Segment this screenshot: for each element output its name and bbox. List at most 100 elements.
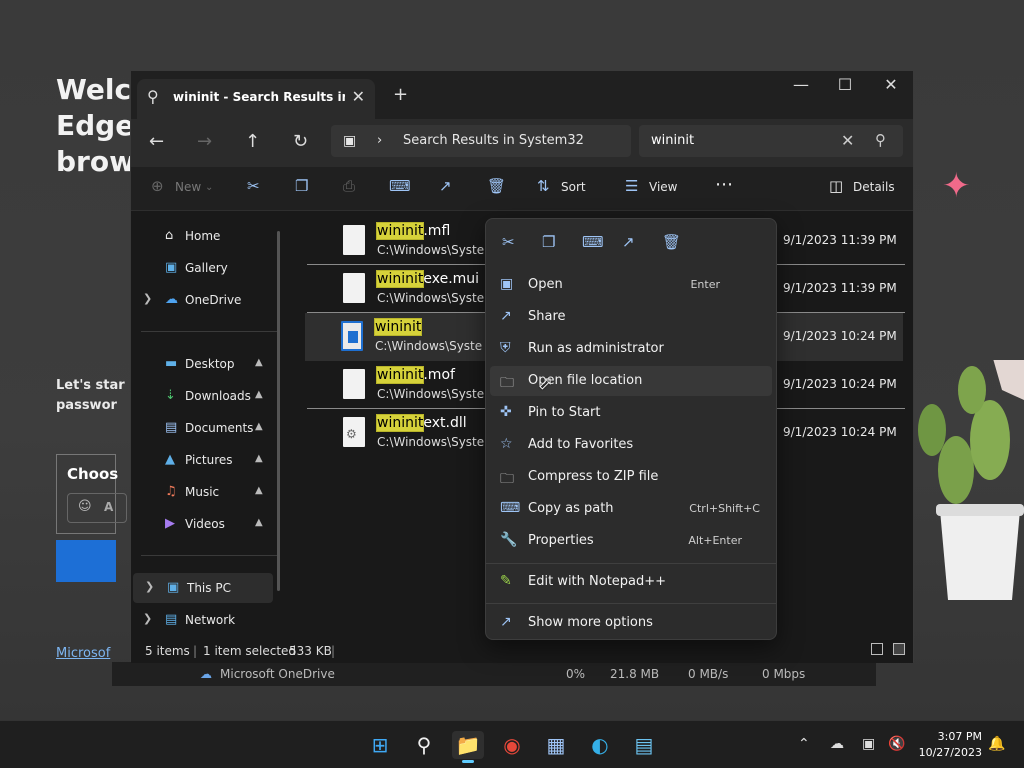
- menu-item-add-to-favorites[interactable]: ☆ Add to Favorites: [490, 430, 772, 460]
- system-clock[interactable]: 3:07 PM 10/27/2023: [908, 729, 982, 761]
- tab-title: wininit - Search Results in Syst: [173, 90, 345, 104]
- details-pane-icon[interactable]: ◫: [829, 177, 843, 195]
- sidebar-item-documents[interactable]: ▤ Documents ▲: [131, 413, 271, 443]
- forward-icon[interactable]: →: [197, 131, 212, 152]
- menu-item-compress-zip[interactable]: 🗀 Compress to ZIP file: [490, 462, 772, 492]
- edge-primary-button[interactable]: [56, 540, 116, 582]
- sidebar-item-videos[interactable]: ▶ Videos ▲: [131, 509, 271, 539]
- edge-account-input[interactable]: ☺ A: [67, 493, 127, 523]
- plus-circle-icon[interactable]: ⊕: [151, 177, 164, 195]
- menu-item-edit-notepadpp[interactable]: ✎ Edit with Notepad++: [490, 567, 772, 597]
- task-manager-icon[interactable]: ▤: [628, 731, 660, 759]
- windows-start-icon[interactable]: ⊞: [364, 731, 396, 759]
- chevron-right-icon[interactable]: ❯: [143, 292, 152, 305]
- sidebar-item-label: Music: [185, 485, 220, 499]
- sidebar-item-network[interactable]: ❯ ▤ Network: [131, 605, 271, 635]
- file-name: wininit: [373, 318, 423, 336]
- delete-icon[interactable]: 🗑: [487, 177, 506, 195]
- pictures-icon: ▲: [165, 452, 175, 467]
- search-icon[interactable]: ⚲: [408, 731, 440, 759]
- new-tab-icon[interactable]: +: [393, 84, 408, 105]
- back-icon[interactable]: ←: [149, 131, 164, 152]
- display-icon[interactable]: ▣: [862, 736, 875, 752]
- edge-microsoft-link[interactable]: Microsof: [56, 646, 110, 661]
- share-icon[interactable]: ↗: [439, 177, 452, 195]
- menu-item-run-as-admin[interactable]: ⛨ Run as administrator: [490, 334, 772, 364]
- sparkle-icon: ✦: [942, 166, 971, 206]
- chevron-right-icon[interactable]: ❯: [145, 580, 154, 593]
- navigation-scrollbar[interactable]: [277, 231, 280, 591]
- cut-icon[interactable]: ✂: [247, 177, 260, 195]
- sidebar-item-label: Home: [185, 229, 221, 243]
- chevron-right-icon[interactable]: ❯: [143, 612, 152, 625]
- maximize-icon[interactable]: ☐: [825, 75, 865, 94]
- menu-item-shortcut: Alt+Enter: [688, 534, 742, 547]
- sidebar-item-home[interactable]: ⌂ Home: [131, 221, 271, 251]
- menu-item-open[interactable]: ▣ Open Enter: [490, 270, 772, 300]
- copy-icon[interactable]: ❐: [295, 177, 308, 195]
- chevron-up-icon[interactable]: ⌃: [798, 736, 810, 752]
- menu-item-show-more-options[interactable]: ↗ Show more options: [490, 608, 772, 638]
- menu-item-share[interactable]: ↗ Share: [490, 302, 772, 332]
- tab-search-results[interactable]: ⚲ wininit - Search Results in Syst ✕: [137, 79, 375, 119]
- cut-icon[interactable]: ✂: [502, 233, 515, 251]
- sidebar-item-pictures[interactable]: ▲ Pictures ▲: [131, 445, 271, 475]
- sidebar-item-downloads[interactable]: ⇣ Downloads ▲: [131, 381, 271, 411]
- cloud-icon: ☁: [165, 292, 178, 307]
- clear-search-icon[interactable]: ✕: [841, 131, 854, 150]
- virtualbox-icon[interactable]: ▦: [540, 731, 572, 759]
- new-button[interactable]: New: [175, 180, 201, 194]
- address-bar-row: ← → ↑ ↻ ▣ › Search Results in System32 w…: [131, 119, 913, 167]
- file-icon: [343, 273, 365, 303]
- tiles-view-icon[interactable]: [893, 643, 905, 655]
- menu-item-pin-to-start[interactable]: ✜ Pin to Start: [490, 398, 772, 428]
- menu-item-properties[interactable]: 🔧 Properties Alt+Enter: [490, 526, 772, 556]
- sort-button[interactable]: Sort: [561, 180, 586, 194]
- more-options-icon[interactable]: ⋯: [715, 174, 733, 195]
- up-icon[interactable]: ↑: [245, 131, 260, 152]
- details-button[interactable]: Details: [853, 180, 895, 194]
- pc-icon: ▣: [167, 580, 180, 595]
- file-explorer-icon[interactable]: 📁: [452, 731, 484, 763]
- breadcrumb-location: Search Results in System32: [403, 133, 584, 148]
- sidebar-item-this-pc[interactable]: ❯ ▣ This PC: [133, 573, 273, 603]
- status-selected: 1 item selected: [203, 644, 297, 658]
- minimize-icon[interactable]: —: [781, 75, 821, 94]
- edge-choose-label: Choos: [67, 465, 119, 483]
- notification-bell-icon[interactable]: 🔔: [988, 736, 1005, 752]
- menu-item-open-file-location[interactable]: 🗀 Open file location: [490, 366, 772, 396]
- star-icon: ☆: [500, 436, 513, 452]
- close-tab-icon[interactable]: ✕: [352, 87, 365, 106]
- delete-icon[interactable]: 🗑: [662, 233, 681, 251]
- rename-icon[interactable]: ⌨: [389, 177, 411, 195]
- volume-muted-icon[interactable]: 🔇: [888, 736, 905, 752]
- sidebar-item-onedrive[interactable]: ❯ ☁ OneDrive: [131, 285, 271, 315]
- status-size: 533 KB: [289, 644, 332, 658]
- breadcrumb[interactable]: ▣ › Search Results in System32: [331, 125, 631, 157]
- search-icon[interactable]: ⚲: [875, 131, 886, 149]
- search-input[interactable]: wininit: [651, 133, 694, 148]
- close-window-icon[interactable]: ✕: [871, 75, 911, 94]
- rename-icon[interactable]: ⌨: [582, 233, 604, 251]
- sidebar-item-desktop[interactable]: ▬ Desktop ▲: [131, 349, 271, 379]
- sidebar-item-music[interactable]: ♫ Music ▲: [131, 477, 271, 507]
- onedrive-tray-icon[interactable]: ☁: [830, 736, 844, 752]
- clock-time: 3:07 PM: [937, 730, 982, 743]
- paste-icon[interactable]: ⎙: [343, 177, 355, 195]
- details-view-icon[interactable]: [871, 643, 883, 655]
- status-divider: |: [331, 644, 336, 658]
- sidebar-item-gallery[interactable]: ▣ Gallery: [131, 253, 271, 283]
- view-button[interactable]: View: [649, 180, 677, 194]
- pin-icon: ▲: [255, 453, 263, 464]
- view-icon[interactable]: ☰: [625, 177, 638, 195]
- edge-icon[interactable]: ◐: [584, 731, 616, 759]
- sort-icon[interactable]: ⇅: [537, 177, 550, 195]
- search-box[interactable]: wininit ✕ ⚲: [639, 125, 903, 157]
- menu-item-copy-as-path[interactable]: ⌨ Copy as path Ctrl+Shift+C: [490, 494, 772, 524]
- copy-icon[interactable]: ❐: [542, 233, 555, 251]
- file-name: wininitext.dll: [375, 414, 467, 432]
- sidebar-divider: [141, 331, 277, 332]
- share-icon[interactable]: ↗: [622, 233, 635, 251]
- refresh-icon[interactable]: ↻: [293, 131, 308, 152]
- chrome-icon[interactable]: ◉: [496, 731, 528, 759]
